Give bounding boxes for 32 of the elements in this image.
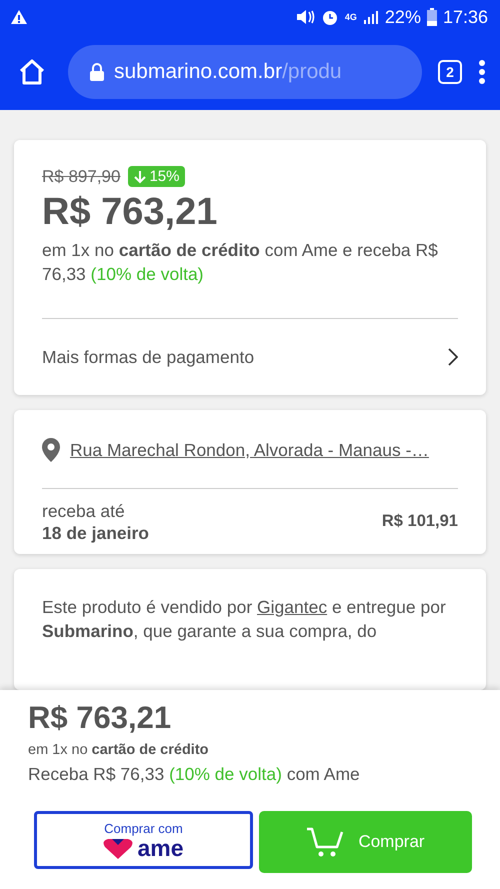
- battery-percent: 22%: [384, 6, 421, 28]
- signal-icon: [362, 9, 379, 25]
- price: R$ 763,21: [42, 191, 218, 234]
- menu-icon[interactable]: [478, 59, 486, 85]
- lock-icon: [90, 63, 104, 81]
- clock-time: 17:36: [442, 6, 488, 28]
- price: R$ 763,21: [28, 700, 172, 736]
- ame-buy-button[interactable]: Comprar com ame: [34, 811, 253, 869]
- more-payments-link[interactable]: Mais formas de pagamento: [42, 346, 254, 368]
- arrow-down-icon: [134, 170, 146, 184]
- delivery-date: 18 de janeiro: [42, 522, 149, 544]
- cart-icon: [306, 826, 344, 858]
- shipping-price: R$ 101,91: [382, 512, 458, 532]
- seller-info: Este produto é vendido por Gigantec e entregue por Submarino, que garante a sua compra, do: [42, 596, 447, 644]
- url-text: submarino.com.br/produ: [114, 60, 342, 84]
- delivery-label: receba até: [42, 500, 126, 522]
- old-price: R$ 897,90: [42, 166, 120, 186]
- address-bar[interactable]: submarino.com.br/produ: [68, 45, 422, 99]
- tab-count[interactable]: 2: [438, 60, 462, 84]
- discount-badge: 15%: [128, 166, 186, 187]
- chevron-right-icon[interactable]: [448, 348, 458, 366]
- payment-terms: em 1x no cartão de crédito: [28, 742, 210, 758]
- heart-icon: [103, 836, 134, 858]
- battery-icon: [426, 8, 437, 26]
- home-icon[interactable]: [18, 58, 46, 86]
- warning-icon: [10, 9, 28, 25]
- network-type: 4G: [344, 12, 357, 22]
- location-pin-icon: [42, 438, 60, 462]
- address-link[interactable]: Rua Marechal Rondon, Alvorada - Manaus -…: [70, 440, 429, 460]
- seller-link[interactable]: Gigantec: [257, 597, 328, 618]
- cashback-info: Receba R$ 76,33 (10% de volta) com Ame: [28, 764, 361, 785]
- payment-terms: em 1x no cartão de crédito com Ame e receba R$ 76,33 (10% de volta): [42, 239, 439, 286]
